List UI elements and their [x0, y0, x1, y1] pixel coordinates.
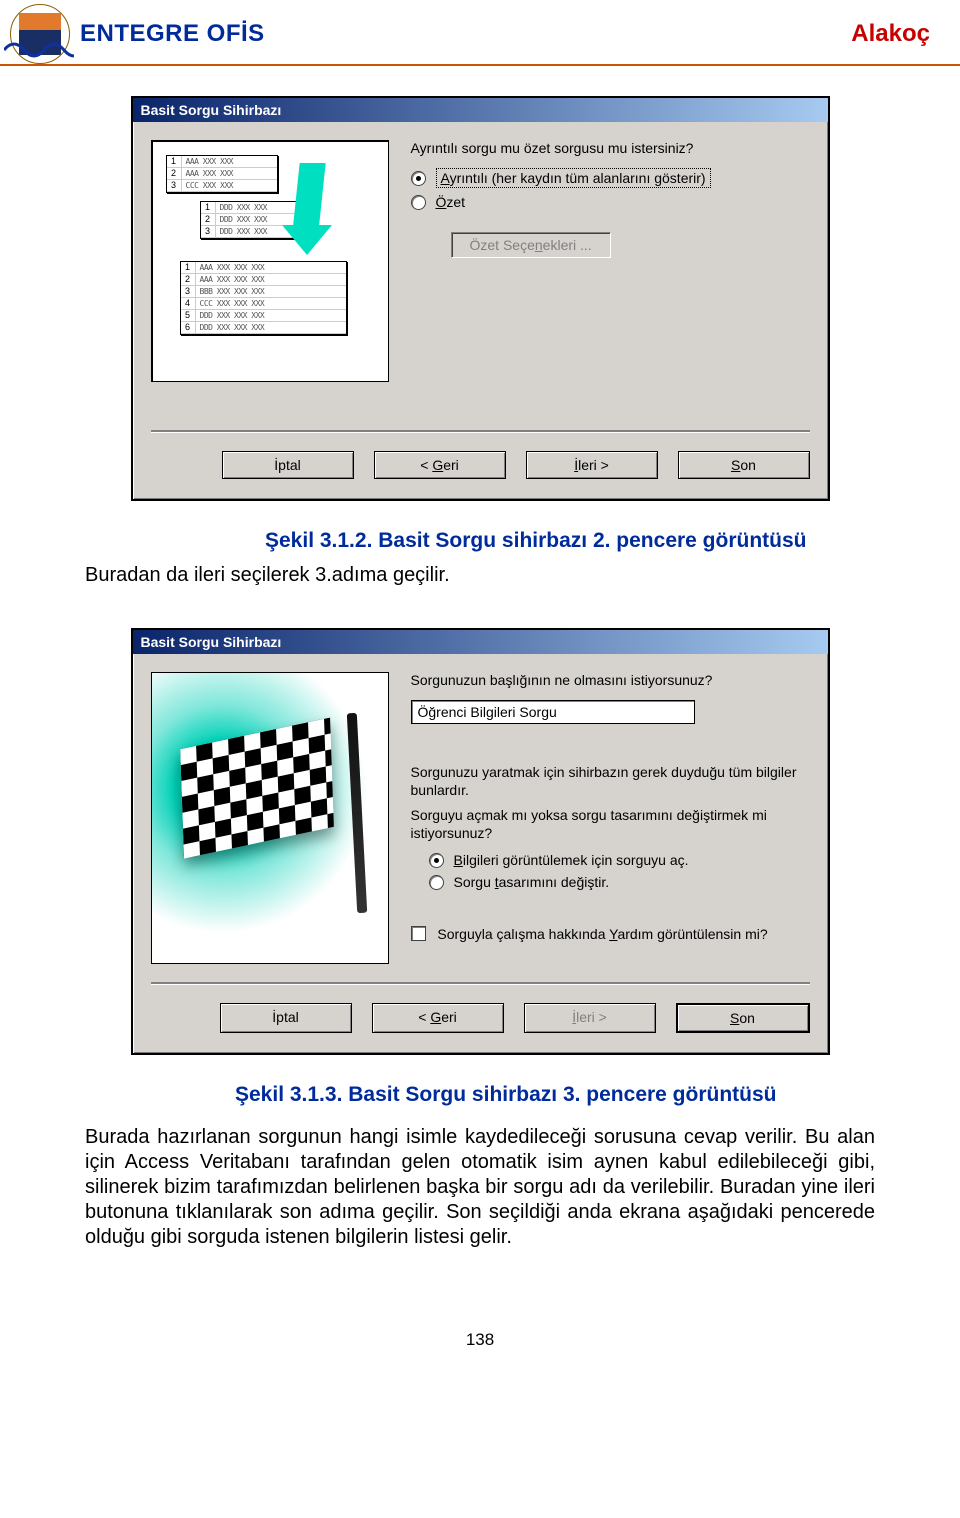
- figure-caption-2: Şekil 3.1.3. Basit Sorgu sihirbazı 3. pe…: [235, 1083, 875, 1107]
- radio-modify-design[interactable]: Sorgu tasarımını değiştir.: [429, 874, 810, 890]
- radio-modify-design-label: Sorgu tasarımını değiştir.: [454, 874, 610, 890]
- logo-wave-icon: [4, 38, 74, 62]
- dialog2-question: Sorgunuzun başlığının ne olmasını istiyo…: [411, 672, 810, 688]
- next-button: İleri >: [524, 1003, 656, 1033]
- wizard-dialog-2: Basit Sorgu Sihirbazı Sorgunuzun başlığı…: [131, 628, 830, 1055]
- cancel-button[interactable]: İptal: [222, 451, 354, 479]
- brand-text: ENTEGRE OFİS: [80, 20, 265, 48]
- header-left: ENTEGRE OFİS: [10, 4, 265, 64]
- radio-icon: [429, 853, 444, 868]
- back-button[interactable]: < Geri: [372, 1003, 504, 1033]
- radio-icon: [411, 195, 426, 210]
- radio-icon: [429, 875, 444, 890]
- dialog1-illustration: 1AAA XXX XXX 2AAA XXX XXX 3CCC XXX XXX 1…: [151, 140, 389, 382]
- help-checkbox-row[interactable]: Sorguyla çalışma hakkında Yardım görüntü…: [411, 926, 810, 942]
- radio-summary-label: Özet: [436, 194, 466, 210]
- summary-options-button: Özet Seçenekleri ...: [451, 232, 611, 258]
- dialog2-info1: Sorgunuzu yaratmak için sihirbazın gerek…: [411, 764, 810, 799]
- dialog2-illustration: [151, 672, 389, 964]
- finish-button[interactable]: Son: [678, 451, 810, 479]
- query-title-input[interactable]: Öğrenci Bilgileri Sorgu: [411, 700, 695, 724]
- intertext-line: Buradan da ileri seçilerek 3.adıma geçil…: [85, 563, 875, 588]
- next-button[interactable]: İleri >: [526, 451, 658, 479]
- arrow-icon: [282, 163, 322, 253]
- radio-detail[interactable]: Ayrıntılı (her kaydın tüm alanlarını gös…: [411, 168, 810, 188]
- author-text: Alakoç: [851, 20, 930, 48]
- page-content: Basit Sorgu Sihirbazı 1AAA XXX XXX 2AAA …: [0, 66, 960, 1380]
- help-checkbox-label: Sorguyla çalışma hakkında Yardım görüntü…: [437, 926, 767, 942]
- dialog1-titlebar: Basit Sorgu Sihirbazı: [133, 98, 828, 122]
- dialog1-question: Ayrıntılı sorgu mu özet sorgusu mu ister…: [411, 140, 810, 156]
- wizard-dialog-1: Basit Sorgu Sihirbazı 1AAA XXX XXX 2AAA …: [131, 96, 830, 501]
- page-header: ENTEGRE OFİS Alakoç: [0, 0, 960, 66]
- radio-open-query-label: Bilgileri görüntülemek için sorguyu aç.: [454, 852, 689, 868]
- radio-open-query[interactable]: Bilgileri görüntülemek için sorguyu aç.: [429, 852, 810, 868]
- after-paragraph: Burada hazırlanan sorgunun hangi isimle …: [85, 1125, 875, 1250]
- radio-icon: [411, 171, 426, 186]
- finish-button[interactable]: Son: [676, 1003, 810, 1033]
- dialog2-button-row: İptal < Geri İleri > Son: [151, 993, 810, 1045]
- logo: [10, 4, 70, 64]
- back-button[interactable]: < Geri: [374, 451, 506, 479]
- radio-detail-label: Ayrıntılı (her kaydın tüm alanlarını gös…: [436, 168, 711, 188]
- cancel-button[interactable]: İptal: [220, 1003, 352, 1033]
- radio-summary[interactable]: Özet: [411, 194, 810, 210]
- checkbox-icon: [411, 926, 426, 941]
- dialog2-titlebar: Basit Sorgu Sihirbazı: [133, 630, 828, 654]
- dialog1-button-row: İptal < Geri İleri > Son: [151, 441, 810, 491]
- figure-caption-1: Şekil 3.1.2. Basit Sorgu sihirbazı 2. pe…: [265, 529, 875, 553]
- dialog2-info2: Sorguyu açmak mı yoksa sorgu tasarımını …: [411, 807, 810, 842]
- page-number: 138: [85, 1330, 875, 1350]
